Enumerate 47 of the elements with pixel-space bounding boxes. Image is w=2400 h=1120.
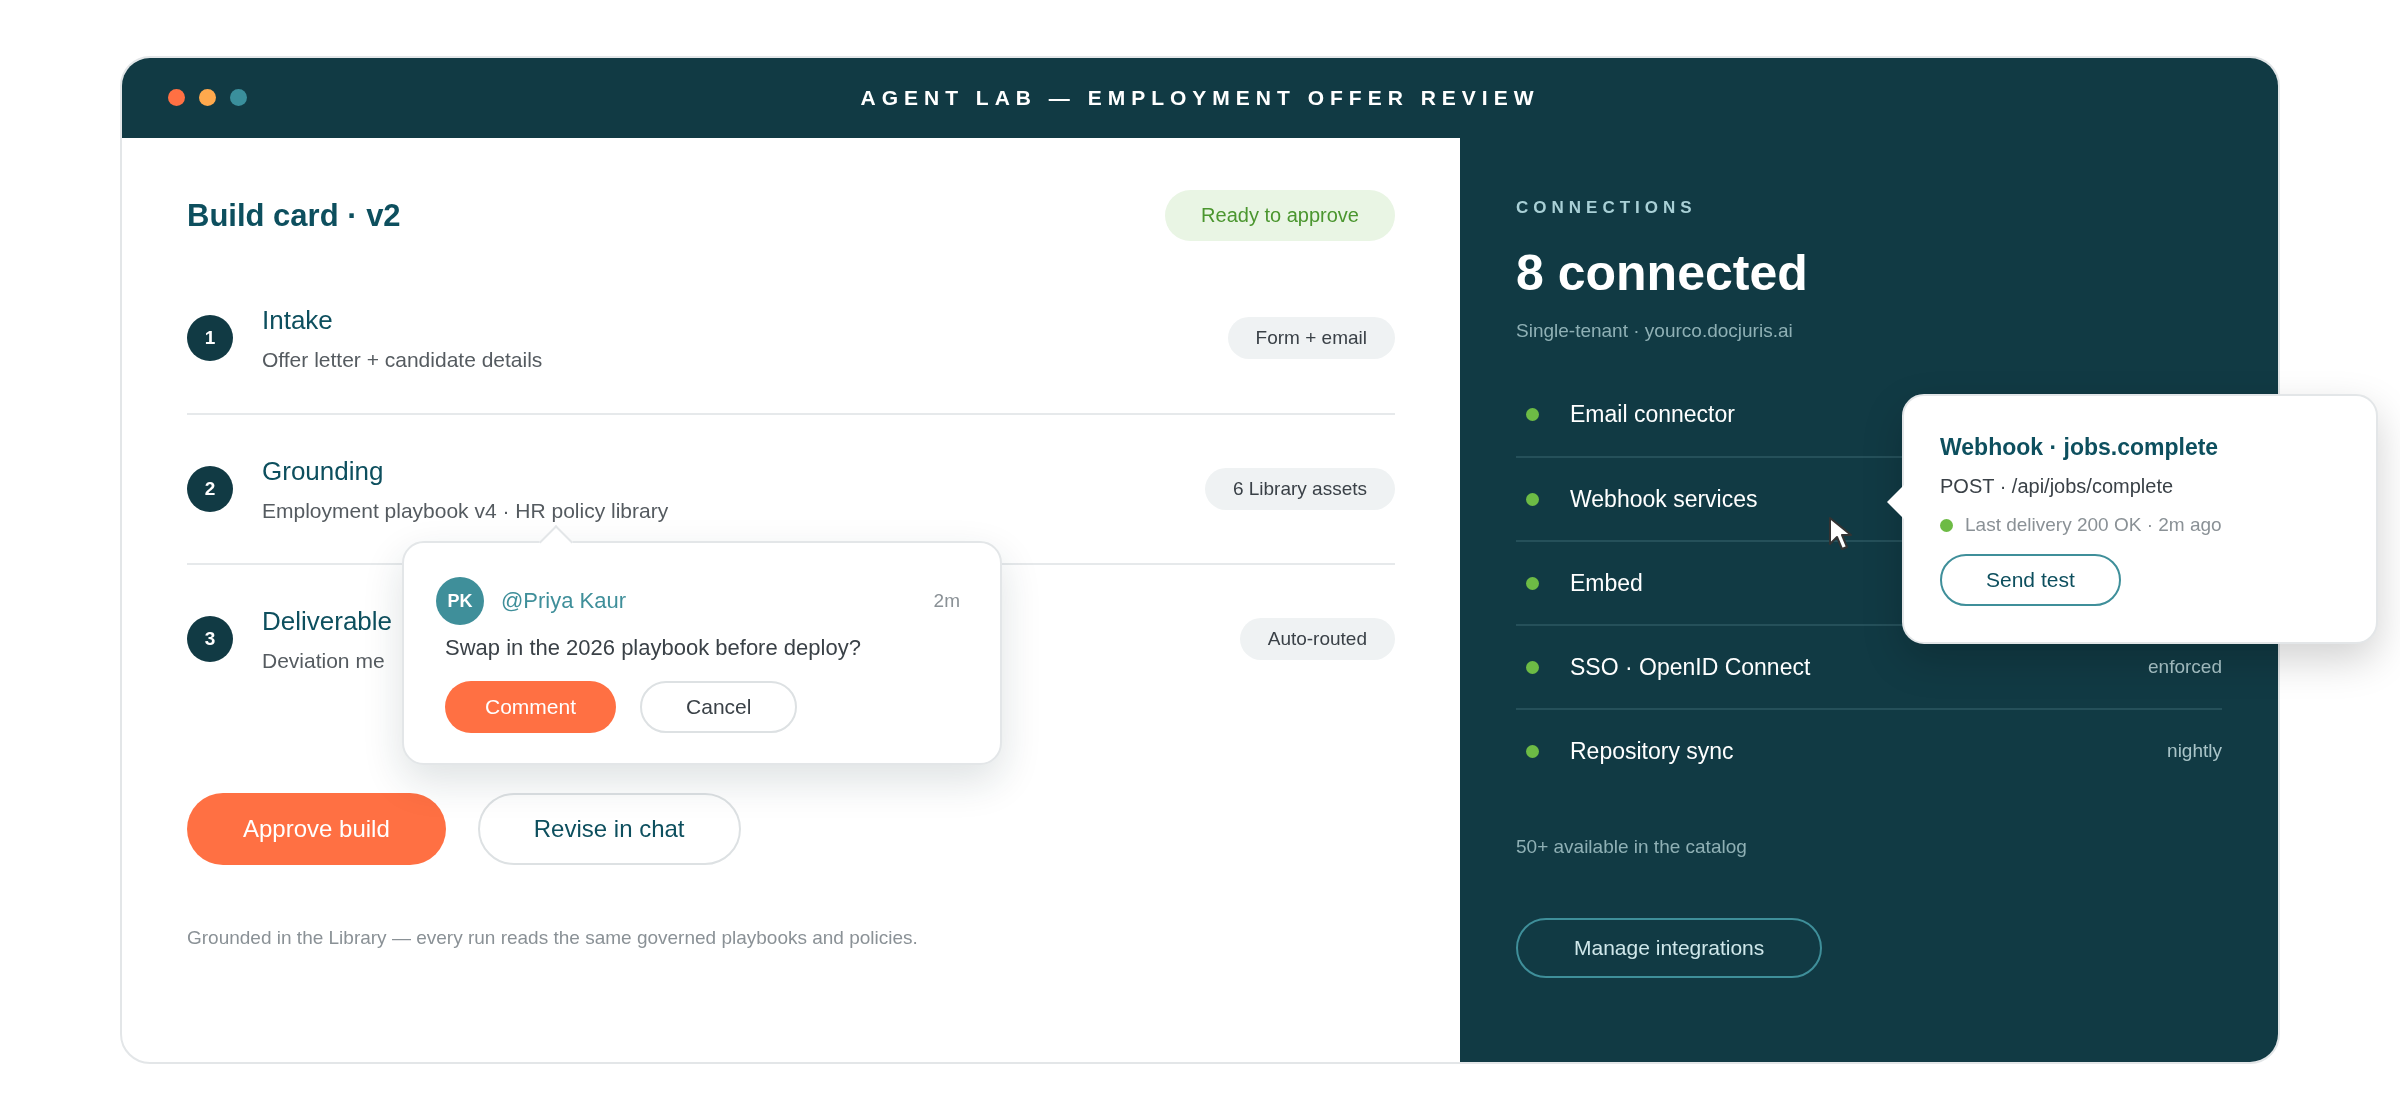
status-dot-icon — [1940, 518, 1953, 532]
step-title: Deliverable — [262, 605, 393, 637]
manage-integrations-button[interactable]: Manage integrations — [1516, 918, 1823, 978]
minimize-dot-icon[interactable] — [199, 89, 216, 106]
status-dot-icon — [1526, 407, 1539, 421]
connection-detail: enforced — [2148, 656, 2222, 678]
step-description: Employment playbook v4 · HR policy library — [262, 498, 669, 523]
step-tag: Auto-routed — [1239, 618, 1395, 660]
footnote: Grounded in the Library — every run reads the same governed playbooks and policies. — [187, 927, 919, 949]
card-title: Build card · v2 — [187, 197, 401, 234]
step-tag: 6 Library assets — [1204, 468, 1395, 510]
tenant-subtitle: Single-tenant · yourco.docjuris.ai — [1516, 320, 1794, 342]
connection-name[interactable]: Repository sync — [1570, 737, 1734, 765]
section-label: CONNECTIONS — [1516, 198, 1698, 218]
send-test-button[interactable]: Send test — [1940, 554, 2121, 606]
connection-name[interactable]: SSO · OpenID Connect — [1570, 653, 1811, 681]
connection-name[interactable]: Email connector — [1570, 400, 1735, 428]
status-dot-icon — [1526, 492, 1539, 506]
status-dot-icon — [1526, 576, 1539, 590]
connection-name[interactable]: Embed — [1570, 569, 1643, 597]
avatar: PK — [436, 577, 484, 625]
comment-author: @Priya Kaur — [501, 588, 628, 614]
step-number: 3 — [187, 616, 233, 662]
comment-text: Swap in the 2026 playbook before deploy? — [445, 635, 862, 661]
status-dot-icon — [1526, 660, 1539, 674]
step-description: Deviation me — [262, 648, 385, 673]
endpoint-text: POST · /api/jobs/complete — [1940, 475, 2175, 498]
step-title: Grounding — [262, 455, 384, 487]
comment-time: 2m — [933, 590, 960, 612]
cancel-button[interactable]: Cancel — [640, 681, 798, 733]
step-number: 1 — [187, 315, 233, 361]
step-number: 2 — [187, 466, 233, 512]
popover-title: Webhook · jobs.complete — [1940, 434, 2220, 461]
step-tag: Form + email — [1227, 317, 1395, 359]
connection-detail: nightly — [2167, 740, 2222, 762]
delivery-status: Last delivery 200 OK · 2m ago — [1965, 514, 2222, 536]
connection-name[interactable]: Webhook services — [1570, 485, 1758, 513]
close-dot-icon[interactable] — [168, 89, 185, 106]
status-dot-icon — [1526, 744, 1539, 758]
status-pill: Ready to approve — [1165, 190, 1395, 241]
maximize-dot-icon[interactable] — [230, 89, 247, 106]
window-title: AGENT LAB — EMPLOYMENT OFFER REVIEW — [860, 86, 1540, 110]
revise-button[interactable]: Revise in chat — [477, 793, 741, 865]
connected-count: 8 connected — [1516, 244, 1809, 302]
catalog-note: 50+ available in the catalog — [1516, 836, 1748, 858]
step-title: Intake — [262, 304, 333, 336]
step-description: Offer letter + candidate details — [262, 347, 543, 372]
